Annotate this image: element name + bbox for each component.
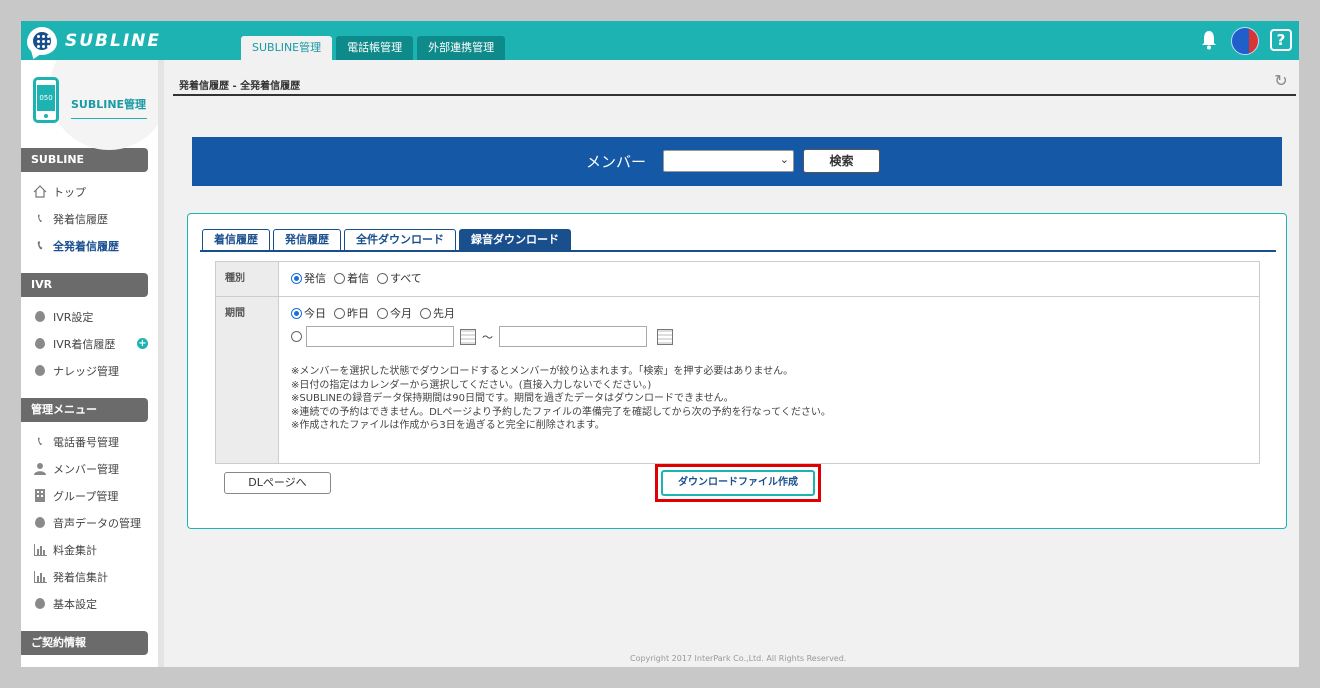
header-tabs: SUBLINE管理 電話帳管理 外部連携管理 [241, 36, 506, 60]
type-row: 種別 発信 着信 すべて [216, 262, 1259, 297]
bubble-icon [33, 337, 47, 351]
user-avatar[interactable] [1231, 27, 1259, 55]
note-line: ※日付の指定はカレンダーから選択してください。(直接入力しないでください。) [291, 379, 652, 391]
home-icon [33, 185, 47, 199]
radio-all[interactable]: すべて [377, 270, 422, 286]
tab-recording-download[interactable]: 録音ダウンロード [459, 229, 571, 250]
sidebar-item-all-call-history[interactable]: 📞︎ 全発着信履歴 [21, 232, 158, 259]
history-tabs: 着信履歴 発信履歴 全件ダウンロード 録音ダウンロード [202, 229, 571, 250]
download-panel: 着信履歴 発信履歴 全件ダウンロード 録音ダウンロード 種別 発信 着信 すべて [187, 213, 1287, 529]
sidebar-item-fee-summary[interactable]: 料金集計 [21, 536, 158, 563]
tab-phonebook-admin[interactable]: 電話帳管理 [336, 36, 414, 60]
date-to-input[interactable] [499, 326, 647, 347]
sidebar-item-call-summary[interactable]: 発着信集計 [21, 563, 158, 590]
logo-bubble-icon [27, 26, 57, 55]
sidebar-item-call-history[interactable]: 📞︎ 発着信履歴 [21, 205, 158, 232]
breadcrumb-bar: 発着信履歴 - 全発着信履歴 ↻ [173, 60, 1296, 96]
phone-icon: 📞︎ [37, 211, 43, 225]
period-label: 期間 [216, 297, 279, 463]
sidebar-item-audio-data[interactable]: 音声データの管理 [21, 509, 158, 536]
sidebar-item-basic-settings[interactable]: 基本設定 [21, 590, 158, 617]
tab-outgoing-history[interactable]: 発信履歴 [273, 229, 341, 250]
note-line: ※連続での予約はできません。DLページより予約したファイルの準備完了を確認してか… [291, 406, 831, 418]
sidebar-item-knowledge[interactable]: ナレッジ管理 [21, 357, 158, 384]
bubble-icon [33, 516, 47, 530]
radio-custom-range[interactable] [291, 331, 302, 342]
add-icon[interactable]: + [137, 338, 148, 349]
radio-outgoing[interactable]: 発信 [291, 270, 326, 286]
tab-subline-admin[interactable]: SUBLINE管理 [241, 36, 333, 60]
tab-incoming-history[interactable]: 着信履歴 [202, 229, 270, 250]
building-icon [33, 489, 47, 503]
period-row: 期間 今日 昨日 今月 先月 ～ ※メンバーを選択した状態でダウンロードするとメ… [216, 297, 1259, 463]
notes: ※メンバーを選択した状態でダウンロードするとメンバーが絞り込まれます。「検索」を… [291, 365, 1247, 455]
sidebar-item-ivr-settings[interactable]: IVR設定 [21, 303, 158, 330]
member-filter-bar: メンバー ⌄ 検索 [192, 137, 1282, 186]
download-form: 種別 発信 着信 すべて 期間 今日 昨日 今月 先月 ～ ※メンバーを選択した… [215, 261, 1260, 464]
copyright: Copyright 2017 InterPark Co.,Ltd. All Ri… [630, 654, 847, 663]
tab-underline [200, 250, 1276, 252]
create-download-file-button[interactable]: ダウンロードファイル作成 [661, 470, 815, 496]
calendar-icon[interactable] [657, 328, 673, 345]
note-line: ※メンバーを選択した状態でダウンロードするとメンバーが絞り込まれます。「検索」を… [291, 366, 794, 377]
note-line: ※SUBLINEの録音データ保持期間は90日間です。期間を過ぎたデータはダウンロ… [291, 393, 734, 404]
phone-icon: 050 [33, 77, 59, 123]
sidebar-section-contract-info: ご契約情報 [21, 631, 148, 655]
type-label: 種別 [216, 262, 279, 296]
sidebar-item-members[interactable]: メンバー管理 [21, 455, 158, 482]
logo-text: SUBLINE [65, 30, 162, 51]
range-separator: ～ [482, 330, 493, 344]
sidebar-item-phone-numbers[interactable]: 📞︎ 電話番号管理 [21, 428, 158, 455]
bar-chart-icon [33, 570, 47, 584]
radio-yesterday[interactable]: 昨日 [334, 305, 369, 321]
member-label: メンバー [586, 153, 647, 171]
note-line: ※作成されたファイルは作成から3日を過ぎると完全に削除されます。 [291, 420, 605, 431]
bubble-icon [33, 364, 47, 378]
phone-icon: 📞︎ [37, 434, 43, 448]
sidebar-section-admin-menu: 管理メニュー [21, 398, 148, 422]
radio-last-month[interactable]: 先月 [420, 305, 455, 321]
user-icon [33, 462, 47, 476]
main-content: 発着信履歴 - 全発着信履歴 ↻ メンバー ⌄ 検索 着信履歴 発信履歴 全件ダ… [164, 60, 1299, 667]
bar-chart-icon [33, 543, 47, 557]
app-window: SUBLINE SUBLINE管理 電話帳管理 外部連携管理 ? 050 SUB… [21, 21, 1299, 667]
search-button[interactable]: 検索 [803, 149, 880, 173]
top-header: SUBLINE SUBLINE管理 電話帳管理 外部連携管理 ? [21, 21, 1299, 60]
sidebar: 050 SUBLINE管理 SUBLINE トップ 📞︎ 発着信履歴 📞︎ 全発… [21, 60, 158, 667]
sidebar-item-ivr-incoming[interactable]: IVR着信履歴 + [21, 330, 158, 357]
sidebar-section-subline: SUBLINE [21, 148, 148, 172]
tab-all-download[interactable]: 全件ダウンロード [344, 229, 456, 250]
bubble-icon [33, 597, 47, 611]
date-from-input[interactable] [306, 326, 454, 347]
bell-icon[interactable] [1201, 30, 1217, 50]
sidebar-item-groups[interactable]: グループ管理 [21, 482, 158, 509]
bubble-icon [33, 310, 47, 324]
sidebar-header: 050 SUBLINE管理 [21, 60, 158, 150]
radio-this-month[interactable]: 今月 [377, 305, 412, 321]
subline-logo[interactable]: SUBLINE [27, 25, 161, 56]
phone-icon: 📞︎ [37, 238, 43, 252]
radio-today[interactable]: 今日 [291, 305, 326, 321]
dl-page-button[interactable]: DLページへ [224, 472, 331, 494]
tab-external-link-admin[interactable]: 外部連携管理 [417, 36, 506, 60]
sidebar-section-ivr: IVR [21, 273, 148, 297]
radio-incoming[interactable]: 着信 [334, 270, 369, 286]
refresh-icon[interactable]: ↻ [1272, 72, 1290, 90]
member-select[interactable]: ⌄ [663, 150, 794, 172]
help-icon[interactable]: ? [1270, 29, 1292, 51]
chevron-down-icon: ⌄ [779, 153, 789, 166]
calendar-icon[interactable] [460, 328, 476, 345]
sidebar-title: SUBLINE管理 [71, 96, 147, 119]
breadcrumb: 発着信履歴 - 全発着信履歴 [179, 81, 301, 92]
sidebar-item-top[interactable]: トップ [21, 178, 158, 205]
